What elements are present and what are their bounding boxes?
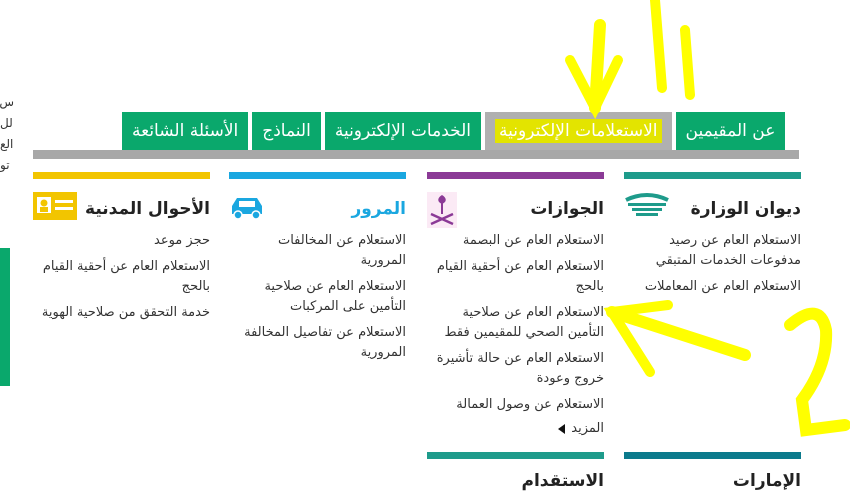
list-item[interactable]: الاستعلام العام عن أحقية القيام بالحج [33, 257, 210, 297]
tab-einquiries[interactable]: الاستعلامات الإلكترونية [485, 112, 672, 150]
list-item[interactable]: الاستعلام عن المخالفات المرورية [229, 231, 406, 271]
section-title: الإمارات [732, 471, 801, 491]
section-title: ديوان الوزارة [690, 199, 801, 219]
section-ministry: ديوان الوزارة الاستعلام العام عن رصيد مد… [624, 172, 801, 303]
section-bar [229, 172, 406, 179]
left-clipped-line: س [0, 95, 14, 109]
more-label: المزيد [571, 421, 604, 436]
section-traffic: المرور الاستعلام عن المخالفات المرورية ا… [229, 172, 406, 369]
annotation-arrow-2-head [603, 300, 673, 377]
left-side-bar [0, 248, 10, 386]
section-bar [624, 172, 801, 179]
main-nav: الأسئلة الشائعة النماذج الخدمات الإلكترو… [122, 112, 789, 150]
section-emirates: الإمارات [624, 452, 801, 491]
section-title: الاستقدام [521, 471, 605, 491]
left-clipped-line: الع [0, 137, 14, 151]
section-civil-affairs: الأحوال المدنية حجز موعد الاستعلام العام… [33, 172, 210, 329]
tab-about-residents[interactable]: عن المقيمين [675, 112, 786, 150]
annotation-number-1 [650, 0, 695, 100]
left-clipped-text: س لل الع تو [0, 92, 14, 176]
section-title: الأحوال المدنية [85, 199, 210, 219]
car-icon [229, 192, 265, 224]
tab-eservices[interactable]: الخدمات الإلكترونية [324, 112, 482, 150]
annotation-arrow-1 [589, 19, 606, 114]
more-link[interactable]: المزيد [427, 421, 604, 436]
list-item[interactable]: خدمة التحقق من صلاحية الهوية [33, 303, 210, 323]
section-bar [427, 452, 604, 459]
list-item[interactable]: الاستعلام العام عن رصيد مدفوعات الخدمات … [624, 231, 801, 271]
section-title: المرور [351, 199, 406, 219]
section-title: الجوازات [530, 199, 604, 219]
list-item[interactable]: الاستعلام العام عن المعاملات [624, 277, 801, 297]
ministry-emblem-icon [624, 192, 670, 222]
passports-emblem-icon [427, 192, 457, 232]
id-card-icon [33, 192, 77, 224]
annotation-arrow-1-head [565, 55, 623, 120]
left-clipped-line: لل [0, 116, 13, 130]
list-item[interactable]: الاستعلام عن تفاصيل المخالفة المرورية [229, 323, 406, 363]
left-clipped-line: تو [0, 158, 10, 172]
list-item[interactable]: الاستعلام العام عن صلاحية التأمين على ال… [229, 277, 406, 317]
list-item[interactable]: حجز موعد [33, 231, 210, 251]
section-passports: الجوازات الاستعلام العام عن البصمة الاست… [427, 172, 604, 436]
section-recruitment: الاستقدام [427, 452, 604, 491]
list-item[interactable]: الاستعلام العام عن البصمة [427, 231, 604, 251]
list-item[interactable]: الاستعلام العام عن أحقية القيام بالحج [427, 257, 604, 297]
tab-forms[interactable]: النماذج [252, 112, 321, 150]
list-item[interactable]: الاستعلام عن وصول العمالة [427, 395, 604, 415]
arrow-left-icon [558, 423, 566, 434]
list-item[interactable]: الاستعلام العام عن صلاحية التأمين الصحي … [427, 303, 604, 343]
nav-underline [33, 150, 799, 159]
section-bar [427, 172, 604, 179]
annotation-number-2 [784, 307, 850, 437]
annotation-arrow-2 [606, 306, 751, 361]
section-bar [624, 452, 801, 459]
list-item[interactable]: الاستعلام العام عن حالة تأشيرة خروج وعود… [427, 349, 604, 389]
tab-faq[interactable]: الأسئلة الشائعة [122, 112, 249, 150]
section-bar [33, 172, 210, 179]
tab-einquiries-label: الاستعلامات الإلكترونية [495, 119, 662, 143]
